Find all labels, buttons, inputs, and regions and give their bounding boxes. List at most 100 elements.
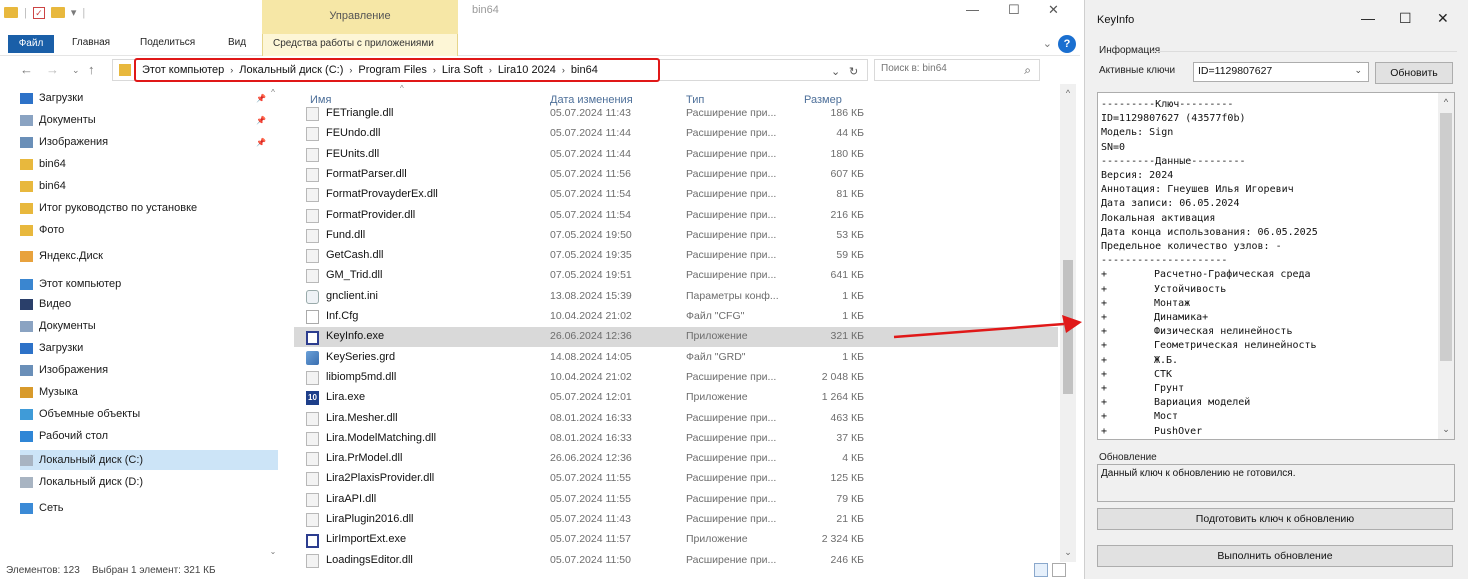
file-type: Файл "GRD" xyxy=(686,350,746,363)
table-row[interactable]: gnclient.ini 13.08.2024 15:39 Параметры ко… xyxy=(294,287,1058,307)
table-row[interactable]: Lira.ModelMatching.dll 08.01.2024 16:33 Ра… xyxy=(294,429,1058,449)
expand-ribbon-icon[interactable]: ⌄ xyxy=(1043,37,1052,50)
scroll-down-icon[interactable]: ⌄ xyxy=(1438,424,1454,435)
sidebar-item[interactable]: Этот компьютер xyxy=(20,274,278,294)
sidebar-item[interactable]: Видео xyxy=(20,294,278,314)
chevron-down-icon[interactable]: ⌄ xyxy=(1354,65,1362,76)
sidebar-item[interactable]: Загрузки xyxy=(20,338,278,358)
chevron-right-icon[interactable]: › xyxy=(230,65,233,75)
table-row[interactable]: FormatProvayderEx.dll 05.07.2024 11:54 Рас… xyxy=(294,185,1058,205)
table-row[interactable]: FormatProvider.dll 05.07.2024 11:54 Расшир… xyxy=(294,206,1058,226)
breadcrumb-this-pc[interactable]: Этот компьютер xyxy=(142,64,224,76)
scroll-up-icon[interactable]: ^ xyxy=(1060,88,1076,98)
properties-check-icon[interactable]: ✓ xyxy=(32,6,45,19)
chevron-right-icon[interactable]: › xyxy=(433,65,436,75)
back-icon[interactable]: ← xyxy=(20,62,33,77)
pin-icon[interactable]: 📌 xyxy=(256,138,266,147)
table-row[interactable]: KeySeries.grd 14.08.2024 14:05 Файл "GRD" 1… xyxy=(294,348,1058,368)
table-row[interactable]: FEUndo.dll 05.07.2024 11:44 Расширение при… xyxy=(294,124,1058,144)
table-row[interactable]: FEUnits.dll 05.07.2024 11:44 Расширение пр… xyxy=(294,145,1058,165)
sidebar-item[interactable]: Локальный диск (D:) xyxy=(20,472,278,492)
search-icon[interactable]: ⌕ xyxy=(1024,63,1031,78)
minimize-icon[interactable]: — xyxy=(1361,10,1375,26)
tab-home[interactable]: Главная xyxy=(72,37,110,48)
breadcrumb-lira10[interactable]: Lira10 2024 xyxy=(498,64,556,76)
breadcrumb-program-files[interactable]: Program Files xyxy=(358,64,426,76)
breadcrumb-bin64[interactable]: bin64 xyxy=(571,64,598,76)
sidebar-item[interactable]: Локальный диск (C:) xyxy=(20,450,278,470)
scrollbar-thumb[interactable] xyxy=(1440,113,1452,361)
table-row[interactable]: FETriangle.dll 05.07.2024 11:43 Расширение… xyxy=(294,104,1058,124)
forward-icon[interactable]: → xyxy=(46,62,59,77)
pin-icon[interactable]: 📌 xyxy=(256,116,266,125)
table-row[interactable]: GetCash.dll 07.05.2024 19:35 Расширение пр… xyxy=(294,246,1058,266)
tab-view[interactable]: Вид xyxy=(228,37,246,48)
scroll-up-icon[interactable]: ^ xyxy=(268,88,278,97)
sidebar-item[interactable]: Музыка xyxy=(20,382,278,402)
large-icons-view-icon[interactable] xyxy=(1052,563,1066,577)
sidebar-item[interactable]: Загрузки 📌 xyxy=(20,88,278,108)
details-view-icon[interactable] xyxy=(1034,563,1048,577)
maximize-icon[interactable]: ☐ xyxy=(1008,2,1020,18)
scroll-up-icon[interactable]: ^ xyxy=(1438,97,1454,107)
sidebar-item[interactable]: Документы 📌 xyxy=(20,110,278,130)
minimize-icon[interactable]: — xyxy=(966,2,979,17)
folder-icon[interactable] xyxy=(4,7,18,18)
maximize-icon[interactable]: ☐ xyxy=(1399,10,1412,27)
up-icon[interactable]: ↑ xyxy=(88,62,95,77)
address-dropdown-icon[interactable]: ⌄ xyxy=(831,65,840,78)
table-row[interactable]: libiomp5md.dll 10.04.2024 21:02 Расширение… xyxy=(294,368,1058,388)
table-row[interactable]: Lira2PlaxisProvider.dll 05.07.2024 11:55 Р… xyxy=(294,469,1058,489)
table-row[interactable]: Fund.dll 07.05.2024 19:50 Расширение при..… xyxy=(294,226,1058,246)
sidebar-item[interactable]: Итог руководство по установке xyxy=(20,198,278,218)
sidebar-item[interactable]: Объемные объекты xyxy=(20,404,278,424)
pin-icon[interactable]: 📌 xyxy=(256,94,266,103)
chevron-right-icon[interactable]: › xyxy=(562,65,565,75)
sidebar-item[interactable]: Яндекс.Диск xyxy=(20,246,278,266)
prepare-update-button[interactable]: Подготовить ключ к обновлению xyxy=(1097,508,1453,530)
table-row[interactable]: Lira.PrModel.dll 26.06.2024 12:36 Расширен… xyxy=(294,449,1058,469)
navigation-pane-scrollbar[interactable]: ^ ⌄ xyxy=(268,84,278,562)
sidebar-item[interactable]: bin64 xyxy=(20,154,278,174)
qat-dropdown-icon[interactable]: ▾ xyxy=(71,6,77,19)
table-row[interactable]: LirImportExt.exe 05.07.2024 11:57 Приложен… xyxy=(294,530,1058,550)
table-row[interactable]: FormatParser.dll 05.07.2024 11:56 Расширен… xyxy=(294,165,1058,185)
refresh-button[interactable]: Обновить xyxy=(1375,62,1453,84)
breadcrumb-drive-c[interactable]: Локальный диск (C:) xyxy=(239,64,343,76)
sidebar-item-label: Видео xyxy=(39,298,72,310)
tab-share[interactable]: Поделиться xyxy=(140,37,195,48)
table-row[interactable]: GM_Trid.dll 07.05.2024 19:51 Расширение пр… xyxy=(294,266,1058,286)
table-row[interactable]: LiraAPI.dll 05.07.2024 11:55 Расширение пр… xyxy=(294,490,1058,510)
sidebar-item[interactable]: Сеть xyxy=(20,498,278,518)
active-key-select[interactable]: ID=1129807627 ⌄ xyxy=(1193,62,1369,82)
key-info-text[interactable]: ---------Ключ--------- ID=1129807627 (435… xyxy=(1097,92,1455,440)
sidebar-item[interactable]: Рабочий стол xyxy=(20,426,278,446)
scroll-down-icon[interactable]: ⌄ xyxy=(1060,547,1076,558)
sidebar-item[interactable]: Изображения 📌 xyxy=(20,132,278,152)
scroll-down-icon[interactable]: ⌄ xyxy=(268,547,278,556)
sidebar-item[interactable]: Фото xyxy=(20,220,278,240)
tab-application-tools[interactable]: Средства работы с приложениями xyxy=(262,34,458,56)
table-row[interactable]: 10 Lira.exe 05.07.2024 12:01 Приложение 1 26… xyxy=(294,388,1058,408)
table-row[interactable]: LiraPlugin2016.dll 05.07.2024 11:43 Расшир… xyxy=(294,510,1058,530)
tab-file[interactable]: Файл xyxy=(8,35,54,53)
help-icon[interactable]: ? xyxy=(1058,35,1076,53)
search-input[interactable] xyxy=(881,63,1011,74)
key-info-scrollbar[interactable]: ^ ⌄ xyxy=(1438,93,1454,439)
table-row[interactable]: Lira.Mesher.dll 08.01.2024 16:33 Расширени… xyxy=(294,409,1058,429)
context-group-header: Управление xyxy=(262,0,458,34)
close-icon[interactable]: ✕ xyxy=(1048,2,1059,18)
execute-update-button[interactable]: Выполнить обновление xyxy=(1097,545,1453,567)
file-name: Lira.PrModel.dll xyxy=(326,452,403,465)
sidebar-item[interactable]: Изображения xyxy=(20,360,278,380)
new-folder-icon[interactable] xyxy=(50,7,65,18)
chevron-right-icon[interactable]: › xyxy=(349,65,352,75)
recent-locations-icon[interactable]: ⌄ xyxy=(72,65,80,76)
close-icon[interactable]: ✕ xyxy=(1437,10,1449,27)
chevron-right-icon[interactable]: › xyxy=(489,65,492,75)
sidebar-item[interactable]: bin64 xyxy=(20,176,278,196)
refresh-icon[interactable]: ↻ xyxy=(849,65,858,78)
update-group-label: Обновление xyxy=(1099,452,1157,463)
breadcrumb-lira-soft[interactable]: Lira Soft xyxy=(442,64,483,76)
sidebar-item[interactable]: Документы xyxy=(20,316,278,336)
